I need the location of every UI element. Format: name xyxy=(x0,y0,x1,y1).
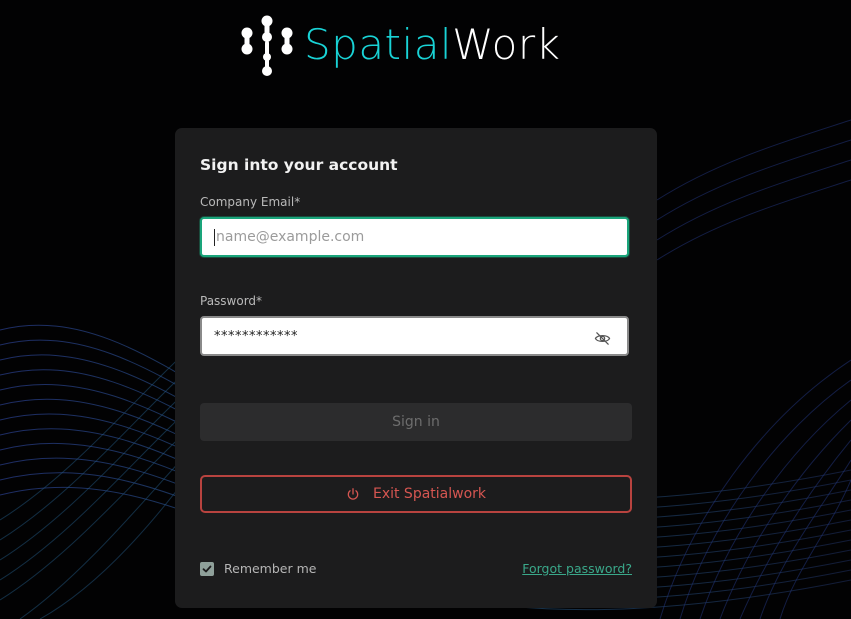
remember-me-checkbox[interactable] xyxy=(200,561,214,576)
login-card: Sign into your account Company Email* na… xyxy=(175,128,657,608)
wordmark-part-1: Spatial xyxy=(304,20,453,69)
power-icon xyxy=(347,488,359,500)
login-screen: SpatialWork Sign into your account Compa… xyxy=(0,0,851,619)
email-placeholder: name@example.com xyxy=(216,229,365,245)
remember-me-label: Remember me xyxy=(224,561,317,576)
email-label: Company Email* xyxy=(200,195,301,209)
text-caret xyxy=(214,228,215,246)
password-label: Password* xyxy=(200,294,263,308)
spatialwork-wordmark: SpatialWork xyxy=(304,24,560,66)
remember-me: Remember me xyxy=(200,561,316,576)
checkmark-icon xyxy=(202,565,212,572)
email-field[interactable]: name@example.com xyxy=(200,217,629,257)
spatialwork-logo-icon xyxy=(241,15,293,76)
password-field[interactable]: ************ xyxy=(200,316,629,356)
eye-off-icon[interactable] xyxy=(594,330,611,347)
sign-in-button[interactable]: Sign in xyxy=(200,403,632,441)
card-title: Sign into your account xyxy=(200,156,398,174)
wordmark-part-2: Work xyxy=(452,20,561,69)
password-value: ************ xyxy=(214,328,298,344)
forgot-password-link[interactable]: Forgot password? xyxy=(522,561,632,576)
exit-button-label: Exit Spatialwork xyxy=(372,486,487,502)
exit-spatialwork-button[interactable]: Exit Spatialwork xyxy=(200,475,632,513)
spatialwork-logo: SpatialWork xyxy=(240,14,560,78)
